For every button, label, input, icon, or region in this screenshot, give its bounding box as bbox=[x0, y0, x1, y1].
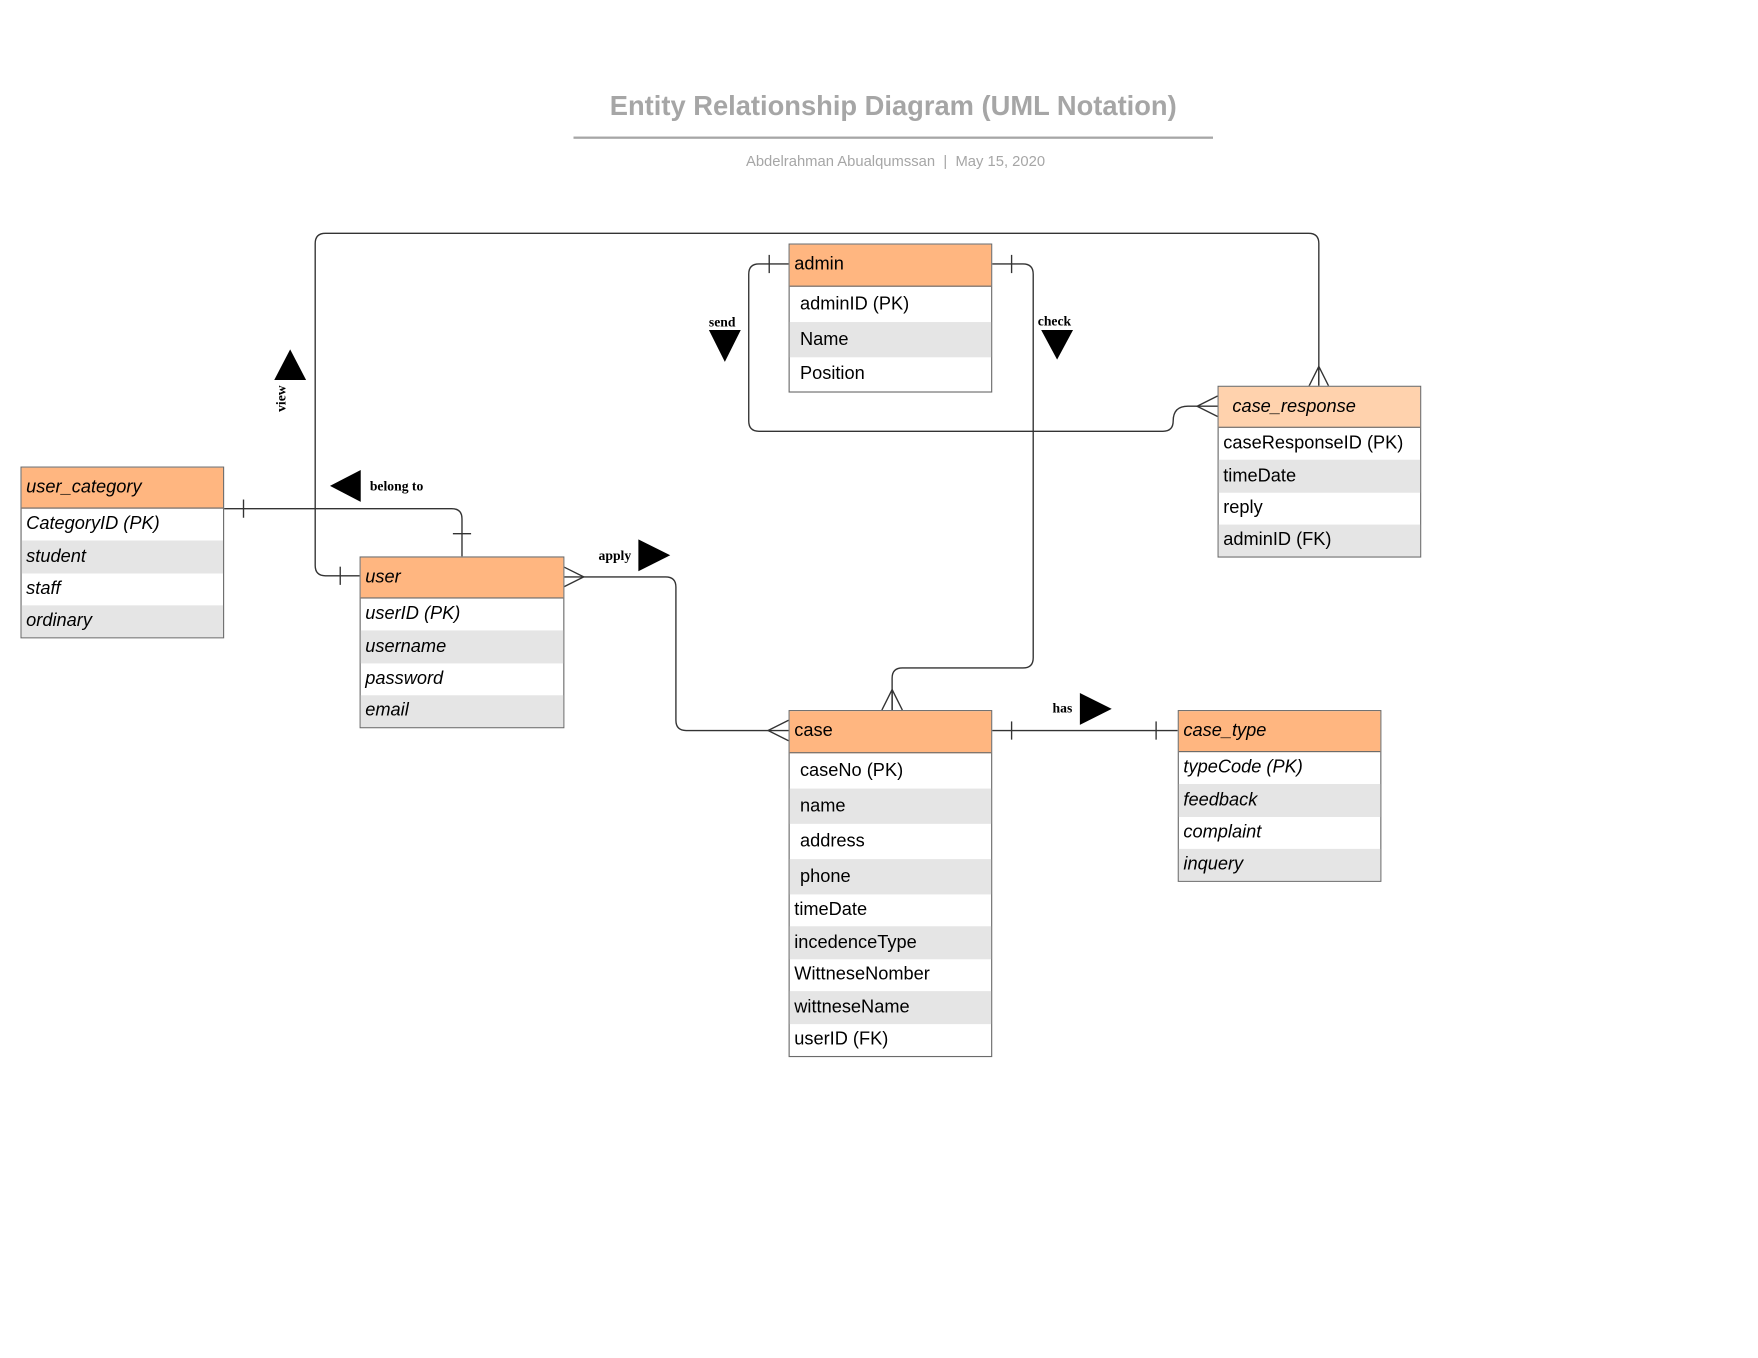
entity-field: name bbox=[789, 788, 992, 824]
entity-field: student bbox=[21, 540, 224, 574]
entity-header: case bbox=[789, 711, 992, 754]
entity-case[interactable]: case caseNo (PK) name address phone time… bbox=[788, 710, 993, 1058]
entity-field: address bbox=[799, 831, 865, 851]
entity-field: inquery bbox=[1178, 848, 1381, 881]
entity-field: userID (PK) bbox=[365, 604, 461, 624]
entity-field: userID (FK) bbox=[794, 1029, 889, 1050]
entity-user[interactable]: user userID (PK) username password email bbox=[359, 556, 565, 729]
send-triangle-down-icon bbox=[708, 329, 741, 362]
entity-field: email bbox=[360, 695, 564, 728]
rel-label-send: send bbox=[708, 314, 736, 330]
entity-header: case_type bbox=[1178, 711, 1381, 753]
entity-field: complaint bbox=[1183, 822, 1262, 843]
rel-label-view: view bbox=[273, 385, 290, 412]
entity-field: adminID (FK) bbox=[1218, 524, 1421, 557]
entity-admin[interactable]: admin adminID (PK) Name Position bbox=[788, 243, 993, 393]
entity-field: Position bbox=[799, 364, 865, 384]
entity-field: password bbox=[365, 669, 444, 689]
entity-field: Name bbox=[789, 322, 992, 358]
entity-field: adminID (PK) bbox=[799, 294, 910, 314]
relationship-lines bbox=[223, 232, 1330, 742]
entity-field: caseResponseID (PK) bbox=[1223, 433, 1404, 453]
entity-field: wittneseName bbox=[789, 991, 992, 1025]
entity-field: CategoryID (PK) bbox=[26, 514, 160, 534]
view-many-crowfoot bbox=[1307, 364, 1330, 388]
entity-header: user_category bbox=[21, 467, 224, 509]
rel-label-apply: apply bbox=[598, 547, 632, 564]
check-many-crowfoot bbox=[881, 688, 903, 711]
entity-header: case_response bbox=[1218, 386, 1421, 428]
entity-header: user bbox=[360, 557, 564, 599]
entity-field: timeDate bbox=[794, 900, 868, 920]
link-belong-to bbox=[223, 507, 463, 557]
rel-label-belong-to: belong to bbox=[369, 477, 424, 494]
rel-label-check: check bbox=[1037, 312, 1072, 329]
entity-case-type[interactable]: case_type typeCode (PK) feedback complai… bbox=[1177, 710, 1382, 882]
link-apply bbox=[563, 576, 789, 732]
entity-field: username bbox=[360, 630, 564, 664]
entity-case-response[interactable]: case_response caseResponseID (PK) timeDa… bbox=[1217, 385, 1422, 558]
entity-field: typeCode (PK) bbox=[1183, 757, 1303, 778]
entity-field: ordinary bbox=[21, 605, 224, 638]
apply-triangle-right-icon bbox=[638, 539, 671, 572]
diagram-canvas: Entity Relationship Diagram (UML Notatio… bbox=[0, 0, 1758, 1358]
entity-field: phone bbox=[789, 859, 992, 895]
rel-label-has: has bbox=[1052, 699, 1073, 716]
belong-to-triangle-left-icon bbox=[329, 469, 361, 502]
entity-field: timeDate bbox=[1218, 459, 1421, 493]
check-triangle-down-icon bbox=[1041, 329, 1074, 360]
entity-field: WittneseNomber bbox=[794, 964, 930, 985]
entity-field: feedback bbox=[1178, 784, 1381, 818]
entity-user-category[interactable]: user_category CategoryID (PK) student st… bbox=[20, 466, 225, 639]
entity-field: incedenceType bbox=[789, 926, 992, 960]
view-triangle-up-icon bbox=[274, 349, 307, 381]
entity-field: staff bbox=[26, 579, 61, 599]
entity-field: reply bbox=[1223, 498, 1263, 518]
entity-field: caseNo (PK) bbox=[799, 760, 904, 781]
has-triangle-right-icon bbox=[1079, 692, 1112, 725]
entity-header: admin bbox=[789, 244, 992, 287]
